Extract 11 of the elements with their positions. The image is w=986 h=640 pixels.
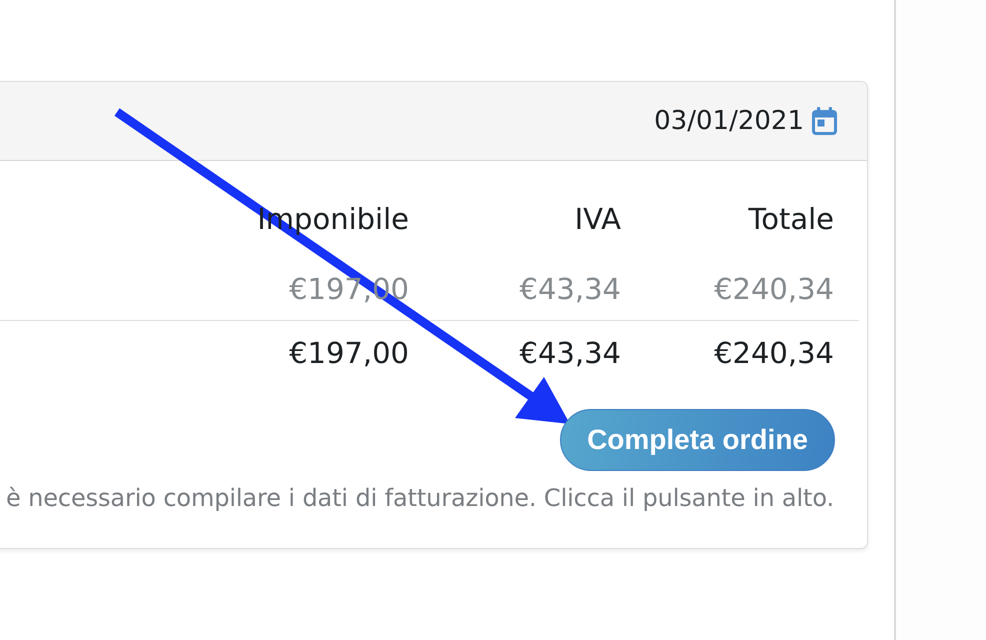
calendar-icon[interactable] (812, 107, 837, 135)
table-cell-text: €240,34 (713, 335, 835, 371)
complete-order-button[interactable]: Completa ordine (560, 409, 835, 471)
order-date: 03/01/2021 (654, 108, 804, 134)
billing-note: è necessario compilare i dati di fatturazione. Clicca il pulsante in alto. (4, 483, 835, 513)
column-header: IVA (574, 201, 622, 237)
table-cell-text: €197,00 (288, 335, 410, 371)
table-cell-text: €43,34 (518, 335, 622, 371)
table-cell-text: €240,34 (713, 271, 835, 307)
table-cell-text: €43,34 (518, 271, 622, 307)
column-header: Totale (747, 201, 835, 237)
